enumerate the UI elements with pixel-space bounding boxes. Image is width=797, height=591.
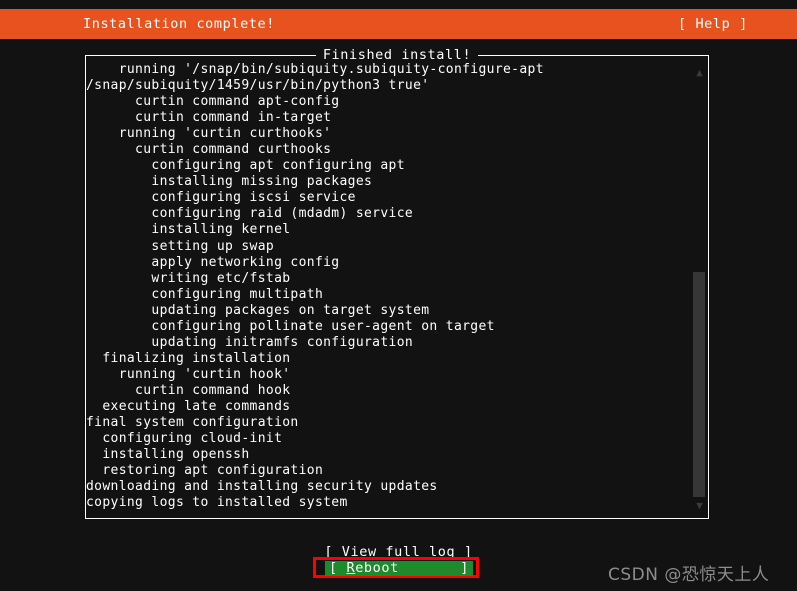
watermark: CSDN @恐惊天上人: [608, 565, 770, 585]
reboot-bracket-close: ]: [460, 560, 469, 576]
log-line: setting up swap: [86, 238, 275, 254]
log-line: configuring multipath: [86, 286, 324, 302]
scroll-up-arrow-icon[interactable]: ▲: [693, 67, 706, 79]
log-line: configuring apt configuring apt: [86, 158, 405, 174]
log-line: restoring apt configuration: [86, 463, 324, 479]
reboot-button-label: [ Reboot: [329, 561, 399, 576]
log-line: configuring cloud-init: [86, 431, 283, 447]
log-line: executing late commands: [86, 398, 291, 414]
scrollbar-thumb[interactable]: [693, 272, 705, 497]
log-line: finalizing installation: [86, 350, 291, 366]
log-line: final system configuration: [86, 415, 299, 431]
log-line: configuring pollinate user-agent on targ…: [86, 318, 495, 334]
log-line: configuring raid (mdadm) service: [86, 206, 414, 222]
log-line: apply networking config: [86, 254, 340, 270]
help-button[interactable]: [ Help ]: [678, 16, 748, 32]
log-line: updating packages on target system: [86, 302, 430, 318]
log-line: installing missing packages: [86, 174, 373, 190]
log-line: copying logs to installed system: [86, 495, 348, 511]
scroll-down-arrow-icon[interactable]: ▼: [693, 500, 706, 512]
log-scrollbar[interactable]: ▲ ▼: [691, 56, 708, 518]
log-line: updating initramfs configuration: [86, 334, 414, 350]
page-title: Installation complete!: [83, 16, 276, 32]
log-line: configuring iscsi service: [86, 190, 356, 206]
reboot-accel-key: R: [346, 560, 356, 576]
log-line: running 'curtin curthooks': [86, 126, 332, 142]
reboot-button[interactable]: [ Reboot ]: [325, 561, 473, 576]
reboot-bracket-open: [: [329, 560, 338, 576]
reboot-label-rest: eboot: [355, 560, 399, 576]
install-log-output: running '/snap/bin/subiquity.subiquity-c…: [86, 62, 690, 514]
log-line: curtin command curthooks: [86, 142, 332, 158]
log-line: writing etc/fstab: [86, 270, 291, 286]
log-line: installing openssh: [86, 447, 250, 463]
installer-header-bar: Installation complete! [ Help ]: [0, 9, 797, 39]
log-line: curtin command in-target: [86, 110, 332, 126]
log-line: downloading and installing security upda…: [86, 479, 438, 495]
terminal-screen: Installation complete! [ Help ] Finished…: [0, 0, 797, 591]
reboot-annotation-box: [ Reboot ]: [313, 557, 479, 578]
log-line: curtin command apt-config: [86, 94, 340, 110]
log-line: curtin command hook: [86, 382, 291, 398]
log-line: installing kernel: [86, 222, 291, 238]
log-line: /snap/subiquity/1459/usr/bin/python3 tru…: [86, 78, 430, 94]
log-line: running 'curtin hook': [86, 366, 291, 382]
log-line: running '/snap/bin/subiquity.subiquity-c…: [86, 62, 544, 77]
